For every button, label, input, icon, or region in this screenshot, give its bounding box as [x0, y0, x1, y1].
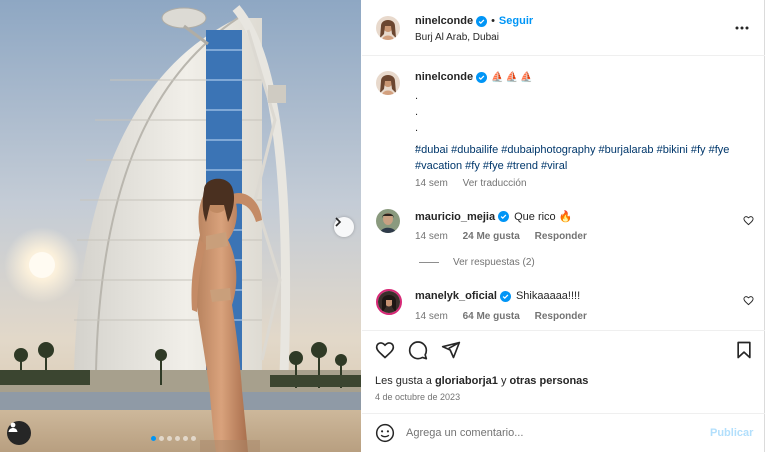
- hashtag-link[interactable]: #fye: [709, 144, 730, 156]
- header-separator: •: [491, 15, 495, 27]
- heart-icon[interactable]: [375, 340, 395, 360]
- hashtag-link[interactable]: #fy: [691, 144, 709, 156]
- comment-text: Que rico 🔥: [514, 211, 573, 223]
- caption-meta: 14 sem Ver traducción: [415, 178, 527, 189]
- comment-icon[interactable]: [408, 340, 428, 360]
- comment-username[interactable]: manelyk_oficial: [415, 290, 497, 302]
- caption-emojis: ⛵⛵⛵: [491, 71, 535, 83]
- publish-button[interactable]: Publicar: [710, 427, 753, 439]
- bookmark-icon[interactable]: [734, 340, 754, 360]
- verified-badge-icon: [498, 211, 510, 222]
- post-photo: [0, 0, 361, 452]
- tagged-people-button[interactable]: [7, 421, 31, 445]
- carousel-next-button[interactable]: [334, 217, 354, 237]
- caption-author-avatar[interactable]: [376, 71, 400, 95]
- author-username[interactable]: ninelconde: [415, 15, 473, 27]
- post-header: ninelconde • Seguir Burj Al Arab, Dubai: [362, 0, 765, 56]
- likes-summary: Les gusta a gloriaborja1 y otras persona…: [375, 375, 588, 387]
- carousel-dot-5: [183, 436, 188, 441]
- carousel-dot-2: [159, 436, 164, 441]
- comment-1: mauricio_mejia Que rico 🔥: [415, 210, 573, 224]
- post-media[interactable]: [0, 0, 361, 452]
- carousel-dot-6: [191, 436, 196, 441]
- avatar-photo: [376, 16, 400, 40]
- caption-dot: .: [415, 122, 419, 134]
- tag-person-icon: [8, 422, 18, 432]
- caption-dot: .: [415, 90, 419, 102]
- post-date[interactable]: 4 de octubre de 2023: [375, 392, 460, 402]
- carousel-dot-4: [175, 436, 180, 441]
- comment-1-meta: 14 sem 24 Me gusta Responder: [415, 231, 587, 242]
- hashtag-link[interactable]: #vacation: [415, 160, 465, 172]
- post-card: ninelconde • Seguir Burj Al Arab, Dubai: [0, 0, 765, 452]
- comment-time[interactable]: 14 sem: [415, 311, 448, 322]
- comment-time[interactable]: 14 sem: [415, 231, 448, 242]
- commenter-avatar[interactable]: [376, 209, 400, 233]
- heart-icon[interactable]: [743, 295, 754, 306]
- comment-2: manelyk_oficial Shikaaaaa!!!!: [415, 290, 580, 302]
- hashtag-link[interactable]: #bikini: [657, 144, 691, 156]
- carousel-dot-3: [167, 436, 172, 441]
- post-actions: Les gusta a gloriaborja1 y otras persona…: [362, 330, 765, 410]
- hashtag-link[interactable]: #fy: [465, 160, 483, 172]
- hashtag-link[interactable]: #dubailife: [451, 144, 501, 156]
- more-horizontal-icon[interactable]: [734, 22, 750, 34]
- avatar-photo: [376, 209, 400, 233]
- avatar-photo: [376, 71, 400, 95]
- comment-2-meta: 14 sem 64 Me gusta Responder: [415, 311, 587, 322]
- hashtag-link[interactable]: #dubaiphotography: [501, 144, 598, 156]
- location-link[interactable]: Burj Al Arab, Dubai: [415, 32, 499, 43]
- verified-badge-icon: [499, 290, 511, 302]
- comment-text: Shikaaaaa!!!!: [515, 290, 581, 302]
- carousel-dot-1: [151, 436, 156, 441]
- comment-username[interactable]: mauricio_mejia: [415, 211, 495, 223]
- view-replies-button[interactable]: Ver respuestas (2): [419, 257, 535, 268]
- add-comment-bar: Publicar: [362, 413, 765, 452]
- commenter-avatar-story[interactable]: [376, 289, 402, 315]
- comments-scroll-area[interactable]: ninelconde ⛵⛵⛵ . . . . #dubai #dubailife…: [362, 57, 765, 329]
- translate-link[interactable]: Ver traducción: [463, 178, 527, 189]
- follow-button[interactable]: Seguir: [499, 15, 533, 27]
- caption-author-line: ninelconde ⛵⛵⛵: [415, 71, 534, 83]
- header-user-line: ninelconde • Seguir: [415, 15, 533, 27]
- hashtag-link[interactable]: #fye: [483, 160, 507, 172]
- verified-badge-icon: [476, 71, 488, 83]
- reply-button[interactable]: Responder: [535, 231, 587, 242]
- likes-prefix: Les gusta a: [375, 375, 435, 387]
- hashtag-link[interactable]: #dubai: [415, 144, 451, 156]
- likes-others-link[interactable]: otras personas: [510, 375, 589, 387]
- hashtag-link[interactable]: #burjalarab: [599, 144, 657, 156]
- replies-line: [419, 262, 439, 263]
- author-avatar[interactable]: [376, 16, 400, 40]
- caption-time[interactable]: 14 sem: [415, 178, 448, 189]
- likes-middle: y: [497, 375, 510, 387]
- hashtag-link[interactable]: #trend: [507, 160, 541, 172]
- comment-input[interactable]: [406, 424, 696, 442]
- liked-by-user[interactable]: gloriaborja1: [435, 375, 498, 387]
- caption-hashtags: #dubai #dubailife #dubaiphotography #bur…: [415, 142, 745, 174]
- view-replies-label: Ver respuestas (2): [453, 257, 535, 268]
- avatar-photo: [378, 291, 400, 313]
- emoji-icon[interactable]: [375, 423, 395, 443]
- verified-badge-icon: [476, 15, 488, 27]
- hashtag-link[interactable]: #viral: [541, 160, 567, 172]
- caption-dot: .: [415, 106, 419, 118]
- comment-likes[interactable]: 64 Me gusta: [463, 311, 520, 322]
- chevron-right-icon: [335, 217, 342, 227]
- carousel-indicator: [151, 436, 196, 441]
- comment-likes[interactable]: 24 Me gusta: [463, 231, 520, 242]
- caption-author-username[interactable]: ninelconde: [415, 71, 473, 83]
- share-icon[interactable]: [441, 340, 461, 360]
- heart-icon[interactable]: [743, 215, 754, 226]
- reply-button[interactable]: Responder: [535, 311, 587, 322]
- post-details-panel: ninelconde • Seguir Burj Al Arab, Dubai: [362, 0, 765, 452]
